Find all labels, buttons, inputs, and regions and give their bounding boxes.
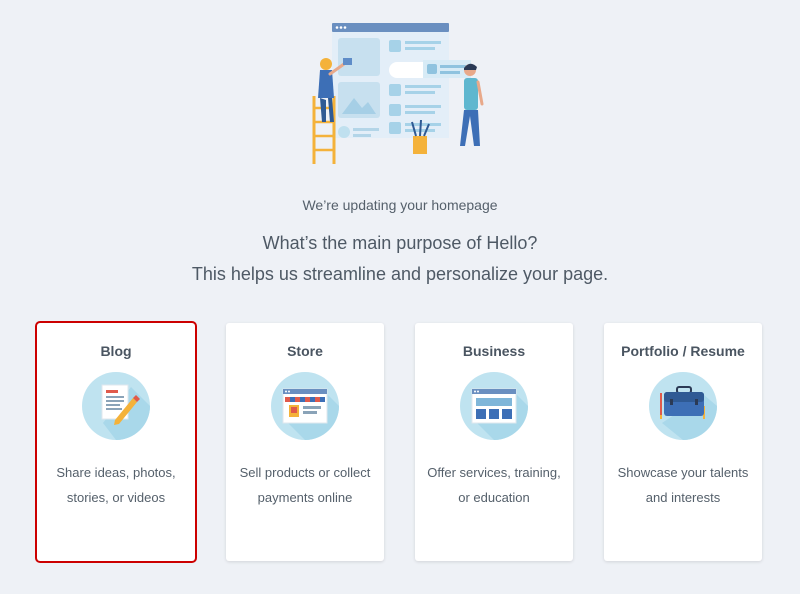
purpose-card-blog[interactable]: Blog Share ideas, photos, stories, or vi… (37, 323, 195, 561)
card-title: Portfolio / Resume (621, 343, 745, 359)
purpose-card-portfolio[interactable]: Portfolio / Resume Showcase your talents… (604, 323, 762, 561)
card-description: Showcase your talents and interests (617, 465, 749, 505)
business-window-icon (460, 372, 528, 440)
card-title: Blog (100, 343, 132, 359)
card-title: Store (287, 343, 323, 359)
card-description: Offer services, training, or education (427, 465, 561, 505)
card-description: Share ideas, photos, stories, or videos (56, 465, 176, 505)
blog-document-pencil-icon (82, 372, 150, 440)
status-kicker: We’re updating your homepage (302, 197, 498, 213)
card-description: Sell products or collect payments online (239, 465, 371, 505)
briefcase-icon (649, 372, 717, 440)
card-title: Business (462, 343, 526, 359)
hero-illustration (312, 23, 484, 164)
page-title: What’s the main purpose of Hello? (262, 233, 538, 253)
page-subtitle: This helps us streamline and personalize… (191, 264, 609, 284)
storefront-icon (271, 372, 339, 440)
purpose-card-store[interactable]: Store Sell products or collect payments … (226, 323, 384, 561)
purpose-card-business[interactable]: Business Offer services, training, or ed… (415, 323, 573, 561)
